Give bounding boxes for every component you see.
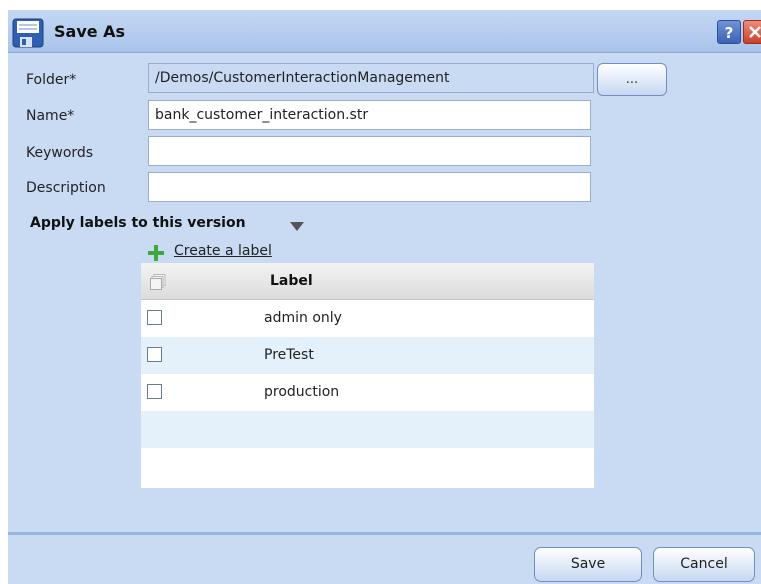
dialog-title: Save As [54,22,126,41]
row-checkbox[interactable] [147,384,162,399]
table-header: Label [141,263,594,300]
description-label: Description [26,180,106,196]
title-bar: Save As ? [8,10,761,53]
row-label: production [264,384,340,400]
empty-row [141,448,594,485]
close-icon [749,26,761,38]
labels-section-title: Apply labels to this version [30,215,246,231]
empty-row [141,411,594,448]
keywords-label: Keywords [26,145,94,161]
save-as-dialog: Save As ? Folder* /Demos/CustomerInterac… [8,10,761,584]
save-disk-icon [12,17,44,49]
table-row[interactable]: admin only [141,300,594,337]
row-label: PreTest [264,347,314,363]
collapse-arrow-icon[interactable] [290,220,304,236]
save-button[interactable]: Save [534,547,642,582]
description-input[interactable] [148,172,591,202]
table-row[interactable]: production [141,374,594,411]
keywords-input[interactable] [148,136,591,166]
close-button[interactable] [743,20,761,44]
create-label-text: Create a label [174,243,272,259]
help-button[interactable]: ? [717,20,741,44]
folder-field: /Demos/CustomerInteractionManagement [148,63,594,93]
label-column-header: Label [270,273,313,289]
row-checkbox[interactable] [147,310,162,325]
name-label: Name* [26,108,75,124]
row-checkbox[interactable] [147,347,162,362]
help-icon: ? [724,24,734,42]
table-row[interactable]: PreTest [141,337,594,374]
name-input[interactable] [148,100,591,130]
plus-icon [148,245,164,265]
select-all-icon[interactable] [150,274,166,294]
labels-table: Label admin only PreTest production [141,263,594,488]
browse-folder-button[interactable]: ... [597,63,667,96]
folder-label: Folder* [26,72,77,88]
dialog-footer: Save Cancel [8,532,761,584]
row-label: admin only [264,310,342,326]
cancel-button[interactable]: Cancel [653,547,755,582]
